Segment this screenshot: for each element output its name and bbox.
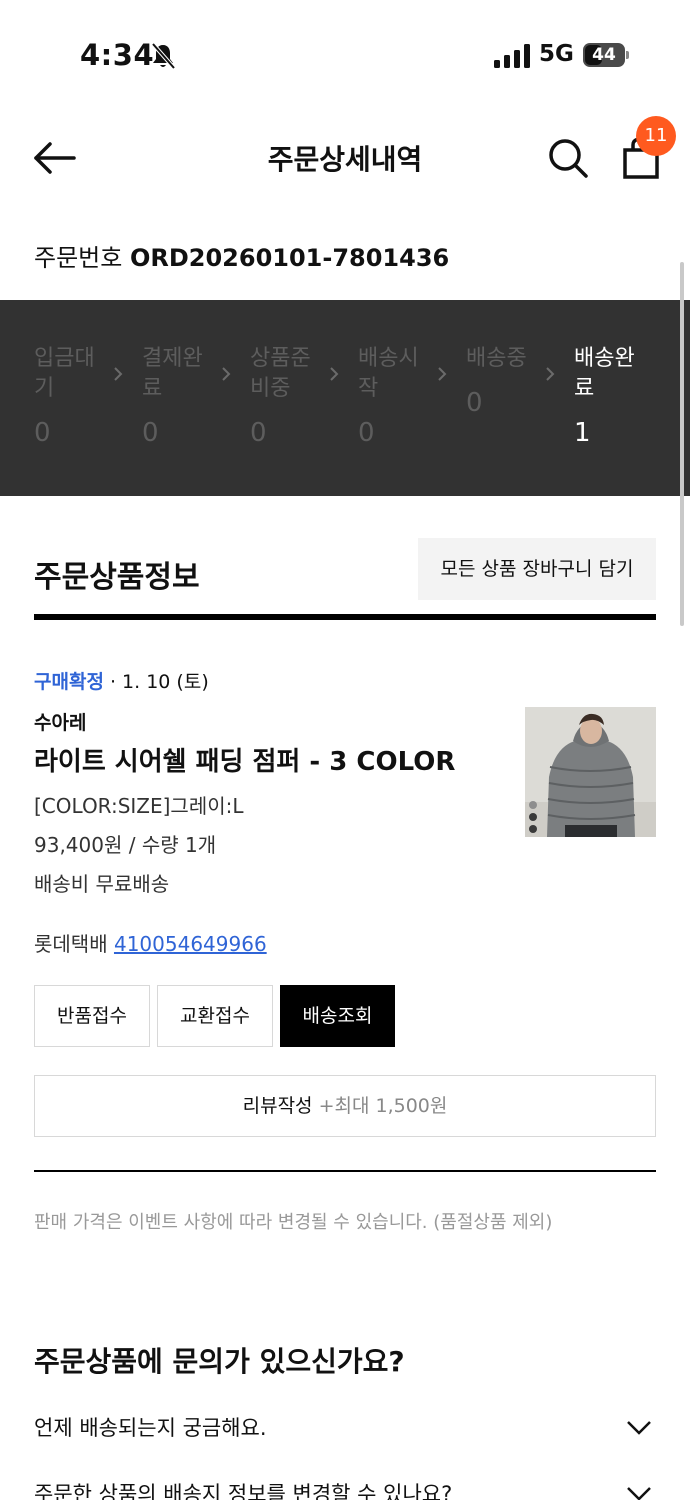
step-label: 상품준비중: [250, 346, 311, 401]
chevron-right-icon: [438, 367, 447, 381]
signal-icon: [494, 44, 530, 68]
step-in-transit[interactable]: 배송중 0: [466, 344, 536, 418]
battery-percent: 44: [592, 45, 616, 65]
step-count: 0: [142, 418, 159, 448]
price-notice: 판매 가격은 이벤트 사항에 따라 변경될 수 있습니다. (품절상품 제외): [34, 1212, 553, 1233]
purchase-status-line: 구매확정 · 1. 10 (토): [34, 667, 209, 694]
return-request-button[interactable]: 반품접수: [34, 985, 150, 1047]
write-review-button[interactable]: 리뷰작성 +최대 1,500원: [34, 1075, 656, 1137]
step-delivered[interactable]: 배송완료 1: [574, 344, 644, 448]
top-nav: 주문상세내역: [0, 112, 690, 202]
step-label: 입금대기: [34, 346, 95, 401]
faq-item[interactable]: 언제 배송되는지 궁금해요.: [34, 1412, 656, 1452]
step-shipping-started[interactable]: 배송시작 0: [358, 344, 428, 448]
add-all-to-cart-button[interactable]: 모든 상품 장바구니 담기: [418, 538, 656, 600]
step-count: 0: [466, 388, 483, 418]
exchange-request-button[interactable]: 교환접수: [157, 985, 273, 1047]
status-bar: 4:34 5G 44: [0, 0, 690, 110]
step-preparing[interactable]: 상품준비중 0: [250, 344, 320, 448]
courier-info: 롯데택배 410054649966: [34, 928, 267, 957]
step-label: 배송완료: [574, 346, 635, 401]
chevron-down-icon: [627, 1487, 651, 1500]
faq-title: 주문상품에 문의가 있으신가요?: [34, 1345, 405, 1378]
step-count: 0: [34, 418, 51, 448]
step-label: 배송시작: [358, 346, 419, 401]
step-payment-complete[interactable]: 결제완료 0: [142, 344, 212, 448]
chevron-right-icon: [546, 367, 555, 381]
chevron-down-icon: [627, 1421, 651, 1435]
courier-name: 롯데택배: [34, 932, 108, 956]
product-image[interactable]: [525, 707, 656, 837]
section-title: 주문상품정보: [34, 560, 200, 595]
faq-item[interactable]: 주문한 상품의 배송지 정보를 변경할 수 있나요?: [34, 1478, 656, 1500]
search-button[interactable]: [546, 136, 590, 180]
shipping-fee: 배송비 무료배송: [34, 872, 170, 896]
chevron-right-icon: [222, 367, 231, 381]
product-brand[interactable]: 수아레: [34, 708, 86, 735]
image-pager-dots[interactable]: [527, 800, 539, 836]
review-reward: +최대 1,500원: [318, 1095, 448, 1117]
delivery-progress: 입금대기 0 결제완료 0 상품준비중 0 배송시작 0 배송중 0 배송완료 …: [0, 300, 690, 496]
cart-count-badge: 11: [636, 116, 676, 156]
section-divider: [34, 614, 656, 620]
tracking-number-link[interactable]: 410054649966: [114, 932, 267, 956]
order-number-value: ORD20260101-7801436: [129, 244, 450, 272]
network-type: 5G: [539, 41, 574, 67]
bell-off-icon: [151, 42, 176, 70]
faq-question: 언제 배송되는지 궁금해요.: [34, 1416, 267, 1440]
purchase-date: · 1. 10 (토): [109, 671, 209, 693]
faq-question: 주문한 상품의 배송지 정보를 변경할 수 있나요?: [34, 1482, 453, 1500]
product-option: [COLOR:SIZE]그레이:L: [34, 794, 244, 818]
divider: [34, 1170, 656, 1172]
step-label: 배송중: [466, 346, 527, 371]
step-awaiting-deposit[interactable]: 입금대기 0: [34, 344, 104, 448]
step-count: 0: [250, 418, 267, 448]
chevron-right-icon: [114, 367, 123, 381]
search-icon: [549, 139, 588, 178]
order-number: 주문번호 ORD20260101-7801436: [34, 238, 449, 273]
battery-icon: 44: [583, 43, 629, 67]
order-number-label: 주문번호: [34, 244, 123, 272]
product-price-quantity: 93,400원 / 수량 1개: [34, 833, 217, 857]
track-delivery-button[interactable]: 배송조회: [280, 985, 395, 1047]
step-label: 결제완료: [142, 346, 203, 401]
product-name[interactable]: 라이트 시어쉘 패딩 점퍼 - 3 COLOR: [34, 741, 455, 778]
step-count: 1: [574, 418, 591, 448]
step-count: 0: [358, 418, 375, 448]
status-time: 4:34: [80, 38, 155, 72]
review-label: 리뷰작성: [242, 1095, 313, 1117]
purchase-status: 구매확정: [34, 671, 104, 693]
chevron-right-icon: [330, 367, 339, 381]
scrollbar[interactable]: [680, 262, 684, 626]
